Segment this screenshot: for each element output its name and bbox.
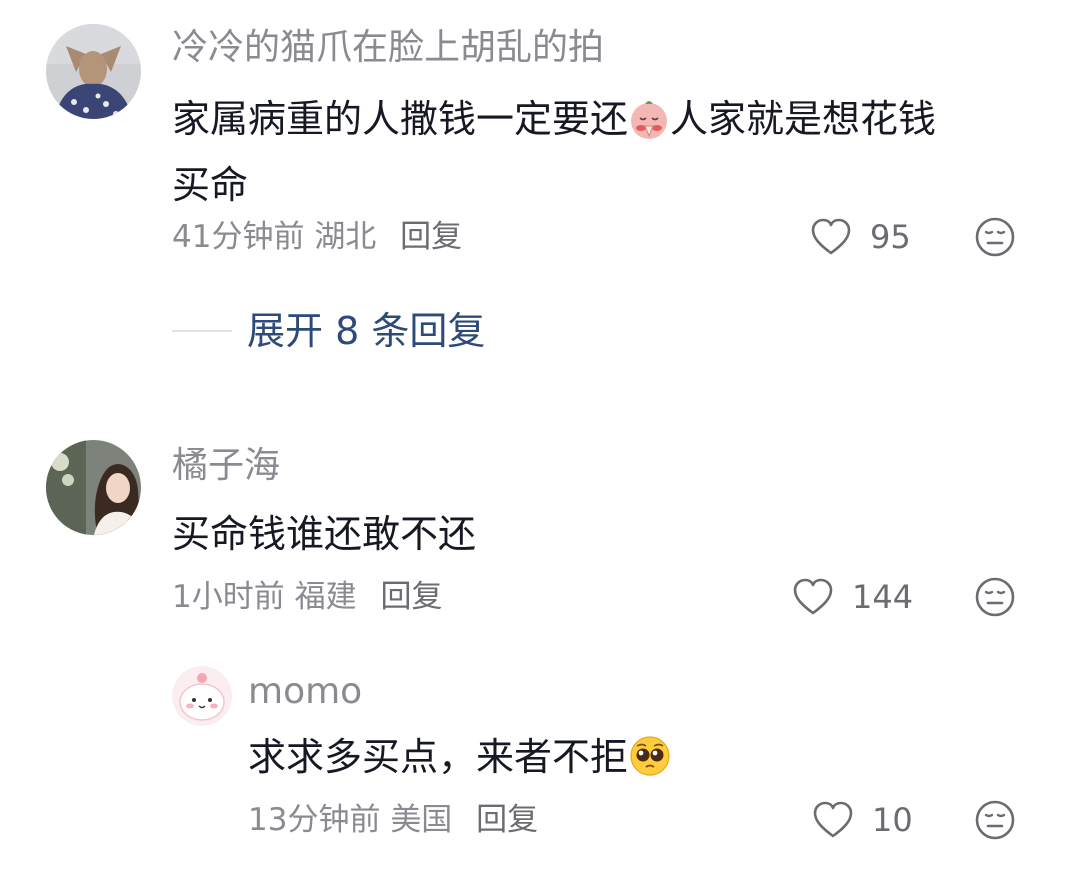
comment-location: 湖北 xyxy=(314,219,377,255)
like-button[interactable]: 95 xyxy=(810,217,911,257)
heart-outline-icon xyxy=(811,218,851,255)
expand-divider xyxy=(172,330,232,332)
dislike-button[interactable] xyxy=(974,216,1016,262)
cat-avatar-image xyxy=(46,24,141,119)
girl-avatar-image xyxy=(46,440,141,535)
neutral-face-icon xyxy=(975,577,1015,617)
heart-outline-icon xyxy=(813,801,853,838)
pink-blob-avatar-image xyxy=(172,666,232,726)
comment-text-part1: 家属病重的人撒钱一定要还 xyxy=(172,97,629,141)
like-button[interactable]: 144 xyxy=(792,577,913,617)
comment-text-line2: 买命 xyxy=(172,163,249,207)
reply-button[interactable]: 回复 xyxy=(380,577,442,617)
comment-time: 41分钟前 xyxy=(172,219,305,255)
comment-location: 福建 xyxy=(294,579,357,615)
reply-time: 13分钟前 xyxy=(248,802,381,838)
comment-meta: 41分钟前 湖北 回复 xyxy=(172,217,462,257)
reply-meta: 13分钟前 美国 回复 xyxy=(248,800,538,840)
comment-meta: 1小时前 福建 回复 xyxy=(172,577,442,617)
praying-pig-emoji xyxy=(628,98,670,156)
comment-text-part2: 人家就是想花钱 xyxy=(670,97,937,141)
like-count: 144 xyxy=(852,578,914,616)
comment-username[interactable]: 橘子海 xyxy=(172,444,280,488)
expand-replies-button[interactable]: 展开 8 条回复 xyxy=(247,306,485,356)
comment-text: 买命钱谁还敢不还 xyxy=(172,512,477,556)
reply-text: 求求多买点，来者不拒 xyxy=(248,728,672,794)
reply-button[interactable]: 回复 xyxy=(400,217,462,257)
heart-outline-icon xyxy=(793,578,833,615)
reply-username[interactable]: momo xyxy=(248,670,362,714)
neutral-face-icon xyxy=(975,800,1015,840)
comment-text: 家属病重的人撒钱一定要还 人家就是想花钱 买命 xyxy=(172,90,1032,214)
neutral-face-icon xyxy=(975,217,1015,257)
dislike-button[interactable] xyxy=(974,799,1016,845)
like-count: 95 xyxy=(870,218,911,256)
like-count: 10 xyxy=(872,801,913,839)
dislike-button[interactable] xyxy=(974,576,1016,622)
reply-button[interactable]: 回复 xyxy=(476,800,538,840)
comment-time: 1小时前 xyxy=(172,579,285,615)
reply-location: 美国 xyxy=(390,802,453,838)
avatar-momo[interactable] xyxy=(172,666,232,726)
reply-text-content: 求求多买点，来者不拒 xyxy=(248,735,629,779)
comment-username[interactable]: 冷冷的猫爪在脸上胡乱的拍 xyxy=(172,26,604,70)
avatar-cat[interactable] xyxy=(46,24,141,119)
like-button[interactable]: 10 xyxy=(812,800,913,840)
pleading-face-emoji xyxy=(628,734,672,794)
avatar-girl[interactable] xyxy=(46,440,141,535)
